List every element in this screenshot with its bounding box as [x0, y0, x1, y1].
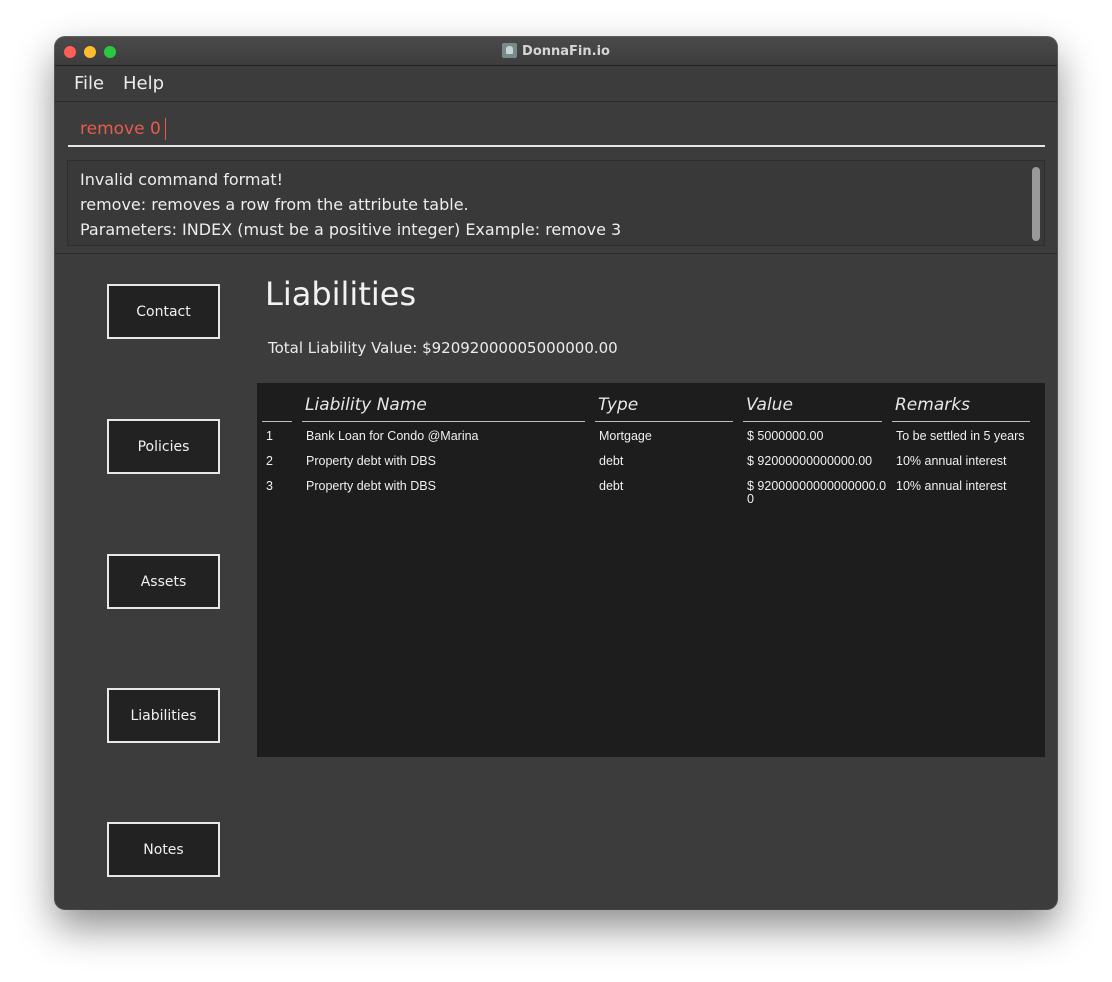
result-line-3: Parameters: INDEX (must be a positive in…	[80, 220, 622, 239]
divider	[55, 253, 1057, 254]
row-name-cell: Bank Loan for Condo @Marina	[306, 429, 479, 443]
app-window: DonnaFin.io File Help Invalid command fo…	[55, 37, 1057, 909]
app-icon	[502, 43, 518, 58]
window-title-group: DonnaFin.io	[55, 43, 1057, 59]
total-liability-value: Total Liability Value: $9209200000500000…	[268, 339, 618, 357]
row-value-cell: $ 5000000.00	[747, 429, 824, 443]
window-title: DonnaFin.io	[522, 44, 610, 59]
liabilities-tab-button[interactable]: Liabilities	[107, 688, 220, 743]
column-header-index[interactable]	[262, 395, 292, 422]
assets-tab-button[interactable]: Assets	[107, 554, 220, 609]
command-box	[68, 111, 1045, 147]
page-title: Liabilities	[265, 275, 417, 313]
result-line-1: Invalid command format!	[80, 170, 284, 189]
row-type-cell: debt	[599, 454, 624, 468]
result-scrollbar[interactable]	[1032, 167, 1040, 241]
result-line-2: remove: removes a row from the attribute…	[80, 195, 469, 214]
row-name-cell: Property debt with DBS	[306, 479, 436, 493]
contact-tab-button[interactable]: Contact	[107, 284, 220, 339]
menu-help[interactable]: Help	[123, 73, 164, 94]
row-type-cell: debt	[599, 479, 624, 493]
menu-bar: File Help	[55, 67, 1057, 102]
row-value-cell: $ 92000000000000000.00	[747, 479, 887, 506]
row-remarks-cell: 10% annual interest	[896, 454, 1007, 468]
result-display: Invalid command format! remove: removes …	[67, 160, 1045, 246]
notes-tab-button[interactable]: Notes	[107, 822, 220, 877]
row-remarks-cell: 10% annual interest	[896, 479, 1007, 493]
column-header-remarks[interactable]: Remarks	[892, 395, 1030, 422]
policies-tab-button[interactable]: Policies	[107, 419, 220, 474]
row-index-cell: 3	[266, 479, 273, 493]
title-bar: DonnaFin.io	[55, 37, 1057, 66]
column-header-value[interactable]: Value	[743, 395, 882, 422]
menu-file[interactable]: File	[74, 73, 104, 94]
row-index-cell: 1	[266, 429, 273, 443]
liabilities-table: Liability Name Type Value Remarks 1 Bank…	[257, 383, 1045, 757]
row-index-cell: 2	[266, 454, 273, 468]
row-value-cell: $ 92000000000000.00	[747, 454, 873, 468]
column-header-type[interactable]: Type	[595, 395, 733, 422]
command-input[interactable]	[80, 116, 980, 142]
row-remarks-cell: To be settled in 5 years	[896, 429, 1025, 443]
column-header-name[interactable]: Liability Name	[302, 395, 585, 422]
row-type-cell: Mortgage	[599, 429, 652, 443]
text-caret	[165, 118, 166, 140]
row-name-cell: Property debt with DBS	[306, 454, 436, 468]
